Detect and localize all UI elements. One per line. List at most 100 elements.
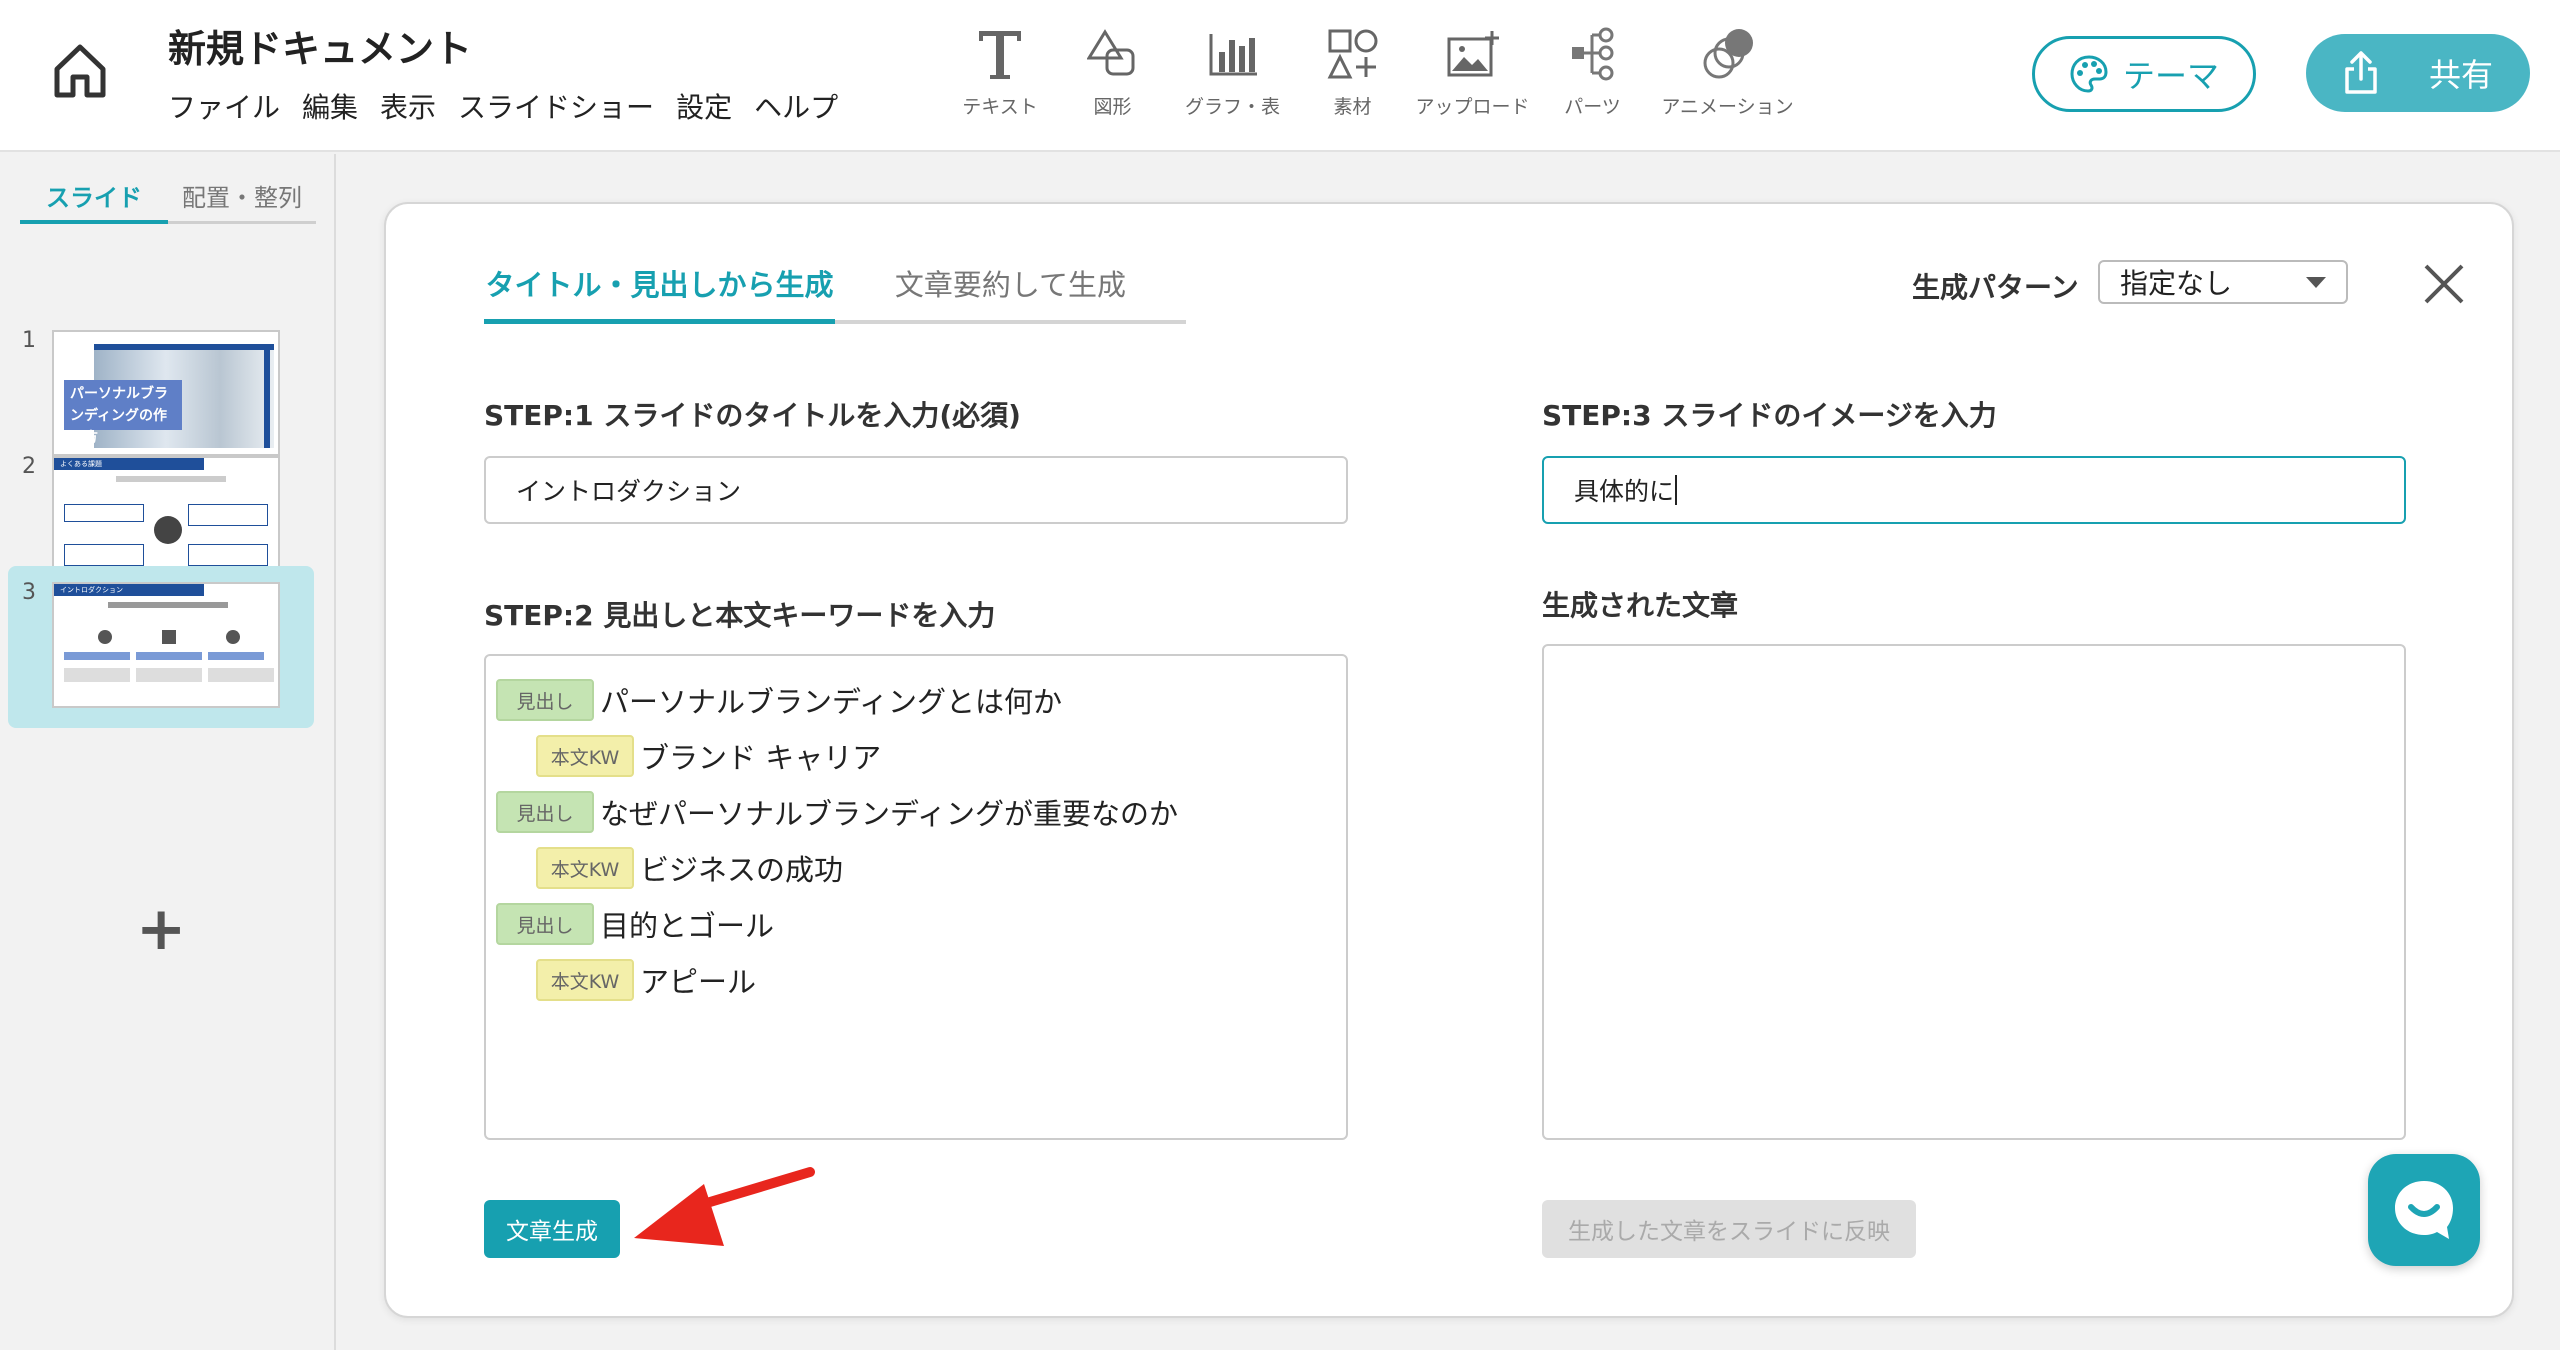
step1-label: STEP:1 スライドのタイトルを入力(必須) (484, 399, 1021, 432)
thumb-header: よくある課題 (54, 458, 204, 470)
tool-animation[interactable]: アニメーション (1645, 24, 1810, 119)
thumb-line (108, 602, 228, 608)
tool-shape[interactable]: 図形 (1060, 24, 1165, 119)
text-cursor (1675, 475, 1678, 505)
share-button[interactable]: 共有 (2306, 34, 2530, 112)
slide-preview: イントロダクション (52, 582, 280, 708)
menu-settings[interactable]: 設定 (676, 86, 732, 126)
menu-view[interactable]: 表示 (380, 86, 436, 126)
slide-image-value: 具体的に (1574, 477, 1675, 506)
heading-text: なぜパーソナルブランディングが重要なのか (600, 797, 1178, 831)
slide-preview: よくある課題 (52, 456, 280, 582)
thumb-box (188, 504, 268, 526)
pattern-select[interactable]: 指定なし (2098, 260, 2348, 304)
text-icon (970, 24, 1030, 84)
thumb-icon (98, 630, 112, 644)
apply-to-slide-button[interactable]: 生成した文章をスライドに反映 (1542, 1200, 1916, 1258)
menu-file[interactable]: ファイル (168, 86, 280, 126)
thumb-line (64, 652, 130, 660)
tool-parts[interactable]: パーツ (1540, 24, 1645, 119)
red-arrow-annotation (634, 1167, 815, 1246)
upload-image-icon (1443, 24, 1503, 84)
menu-edit[interactable]: 編集 (302, 86, 358, 126)
slide-number: 3 (22, 580, 36, 605)
heading-tag: 見出し (496, 903, 594, 945)
keyword-row-keyword[interactable]: 本文KW ブランド キャリア (536, 734, 881, 778)
slide-number: 1 (22, 328, 36, 353)
generated-text-area[interactable] (1542, 644, 2406, 1140)
share-label: 共有 (2428, 56, 2493, 94)
thumb-box (188, 544, 268, 566)
tool-material[interactable]: 素材 (1300, 24, 1405, 119)
tool-text[interactable]: テキスト (940, 24, 1060, 119)
sidebar-tabs: スライド 配置・整列 (20, 172, 316, 224)
keyword-row-keyword[interactable]: 本文KW アピール (536, 958, 756, 1002)
tab-generate-from-title[interactable]: タイトル・見出しから生成 (484, 256, 835, 324)
home-button[interactable] (40, 30, 120, 110)
slide-sidebar: スライド 配置・整列 1 パーソナルブランディングの作り方 2 よくある課題 3… (0, 154, 336, 1350)
thumb-header: イントロダクション (54, 584, 204, 596)
step2-label: STEP:2 見出しと本文キーワードを入力 (484, 599, 996, 632)
keyword-tag: 本文KW (536, 959, 634, 1001)
dialog-tabs: タイトル・見出しから生成 文章要約して生成 (484, 256, 1186, 324)
slide-title-input[interactable]: イントロダクション (484, 456, 1348, 524)
ai-generate-dialog: タイトル・見出しから生成 文章要約して生成 生成パターン 指定なし STEP:1… (384, 202, 2514, 1318)
keyword-tag: 本文KW (536, 847, 634, 889)
slide-number: 2 (22, 454, 36, 479)
insert-toolbar: テキスト 図形 グラフ・表 素材 アップロード パーツ アニメーション (940, 24, 1810, 119)
heading-tag: 見出し (496, 791, 594, 833)
pattern-value: 指定なし (2120, 267, 2233, 300)
app-header: 新規ドキュメント ファイル 編集 表示 スライドショー 設定 ヘルプ テキスト … (0, 0, 2560, 152)
thumb-title: パーソナルブランディングの作り方 (64, 380, 182, 446)
thumb-line (136, 652, 202, 660)
chat-support-button[interactable] (2368, 1154, 2480, 1266)
keyword-row-heading[interactable]: 見出し なぜパーソナルブランディングが重要なのか (496, 790, 1178, 834)
menu-bar: ファイル 編集 表示 スライドショー 設定 ヘルプ (168, 86, 838, 126)
thumb-line (116, 476, 226, 482)
keyword-row-keyword[interactable]: 本文KW ビジネスの成功 (536, 846, 843, 890)
theme-button[interactable]: テーマ (2032, 36, 2256, 112)
keyword-tag: 本文KW (536, 735, 634, 777)
chat-icon (2395, 1181, 2453, 1239)
generate-button[interactable]: 文章生成 (484, 1200, 620, 1258)
tool-chart[interactable]: グラフ・表 (1165, 24, 1300, 119)
slide-preview: パーソナルブランディングの作り方 (52, 330, 280, 456)
pattern-label: 生成パターン (1912, 271, 2079, 304)
document-title[interactable]: 新規ドキュメント (168, 18, 472, 73)
thumb-line (64, 668, 130, 682)
keyword-text: ビジネスの成功 (640, 853, 844, 887)
palette-icon (2070, 55, 2108, 93)
thumb-box (64, 544, 144, 566)
tab-generate-from-summary[interactable]: 文章要約して生成 (835, 256, 1186, 320)
material-icon (1323, 24, 1383, 84)
tab-slides[interactable]: スライド (20, 172, 168, 224)
thumb-bar-side (264, 344, 270, 448)
close-button[interactable] (2420, 260, 2468, 308)
menu-help[interactable]: ヘルプ (754, 86, 838, 126)
add-slide-button[interactable]: + (136, 894, 186, 964)
thumb-icon (226, 630, 240, 644)
parts-icon (1563, 24, 1623, 84)
keyword-editor[interactable]: 見出し パーソナルブランディングとは何か 本文KW ブランド キャリア 見出し … (484, 654, 1348, 1140)
shape-icon (1083, 24, 1143, 84)
menu-slideshow[interactable]: スライドショー (458, 86, 654, 126)
home-icon (54, 44, 106, 98)
thumb-box (64, 504, 144, 522)
close-icon (2424, 264, 2464, 304)
slide-thumbnail-3[interactable]: 3 イントロダクション (8, 566, 314, 728)
thumb-line (208, 652, 264, 660)
slide-title-value: イントロダクション (516, 477, 742, 506)
thumb-line (208, 668, 274, 682)
heading-text: 目的とゴール (600, 909, 775, 943)
slide-image-input[interactable]: 具体的に (1542, 456, 2406, 524)
thumb-icon (162, 630, 176, 644)
tool-upload[interactable]: アップロード (1405, 24, 1540, 119)
keyword-text: ブランド キャリア (640, 741, 882, 775)
step3-label: STEP:3 スライドのイメージを入力 (1542, 399, 1997, 432)
theme-label: テーマ (2122, 57, 2219, 95)
chart-icon (1203, 24, 1263, 84)
share-icon (2345, 51, 2377, 94)
tab-arrange[interactable]: 配置・整列 (168, 172, 316, 221)
keyword-row-heading[interactable]: 見出し パーソナルブランディングとは何か (496, 678, 1062, 722)
keyword-row-heading[interactable]: 見出し 目的とゴール (496, 902, 774, 946)
